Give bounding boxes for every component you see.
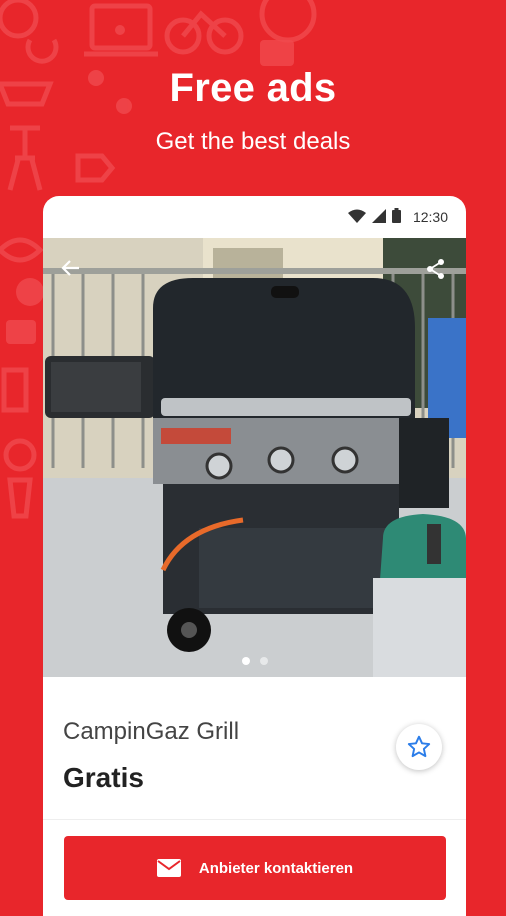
contact-seller-button[interactable]: Anbieter kontaktieren [64, 836, 446, 900]
carousel-dot-active[interactable] [241, 657, 250, 665]
star-icon [407, 735, 431, 758]
status-time: 12:30 [412, 209, 448, 225]
grill-photo-illustration [43, 238, 466, 677]
listing-photo[interactable] [43, 238, 466, 677]
divider [43, 819, 466, 820]
listing-price: Gratis [63, 762, 144, 793]
subheadline: Get the best deals [155, 128, 351, 155]
status-bar: 12:30 [43, 196, 466, 238]
battery-icon [391, 208, 401, 226]
mail-icon [156, 859, 181, 877]
back-arrow-icon[interactable] [61, 258, 89, 286]
signal-icon [371, 208, 386, 226]
carousel-dot[interactable] [259, 657, 268, 665]
favorite-button[interactable] [396, 724, 442, 770]
phone-frame: 12:30 CampinGaz Grill Gratis Anbieter ko… [43, 196, 466, 916]
headline: Free ads [169, 66, 337, 110]
wifi-icon [347, 209, 366, 226]
listing-title: CampinGaz Grill [63, 718, 240, 745]
share-icon[interactable] [426, 258, 454, 286]
carousel-indicator [43, 657, 466, 665]
contact-button-label: Anbieter kontaktieren [198, 859, 354, 877]
